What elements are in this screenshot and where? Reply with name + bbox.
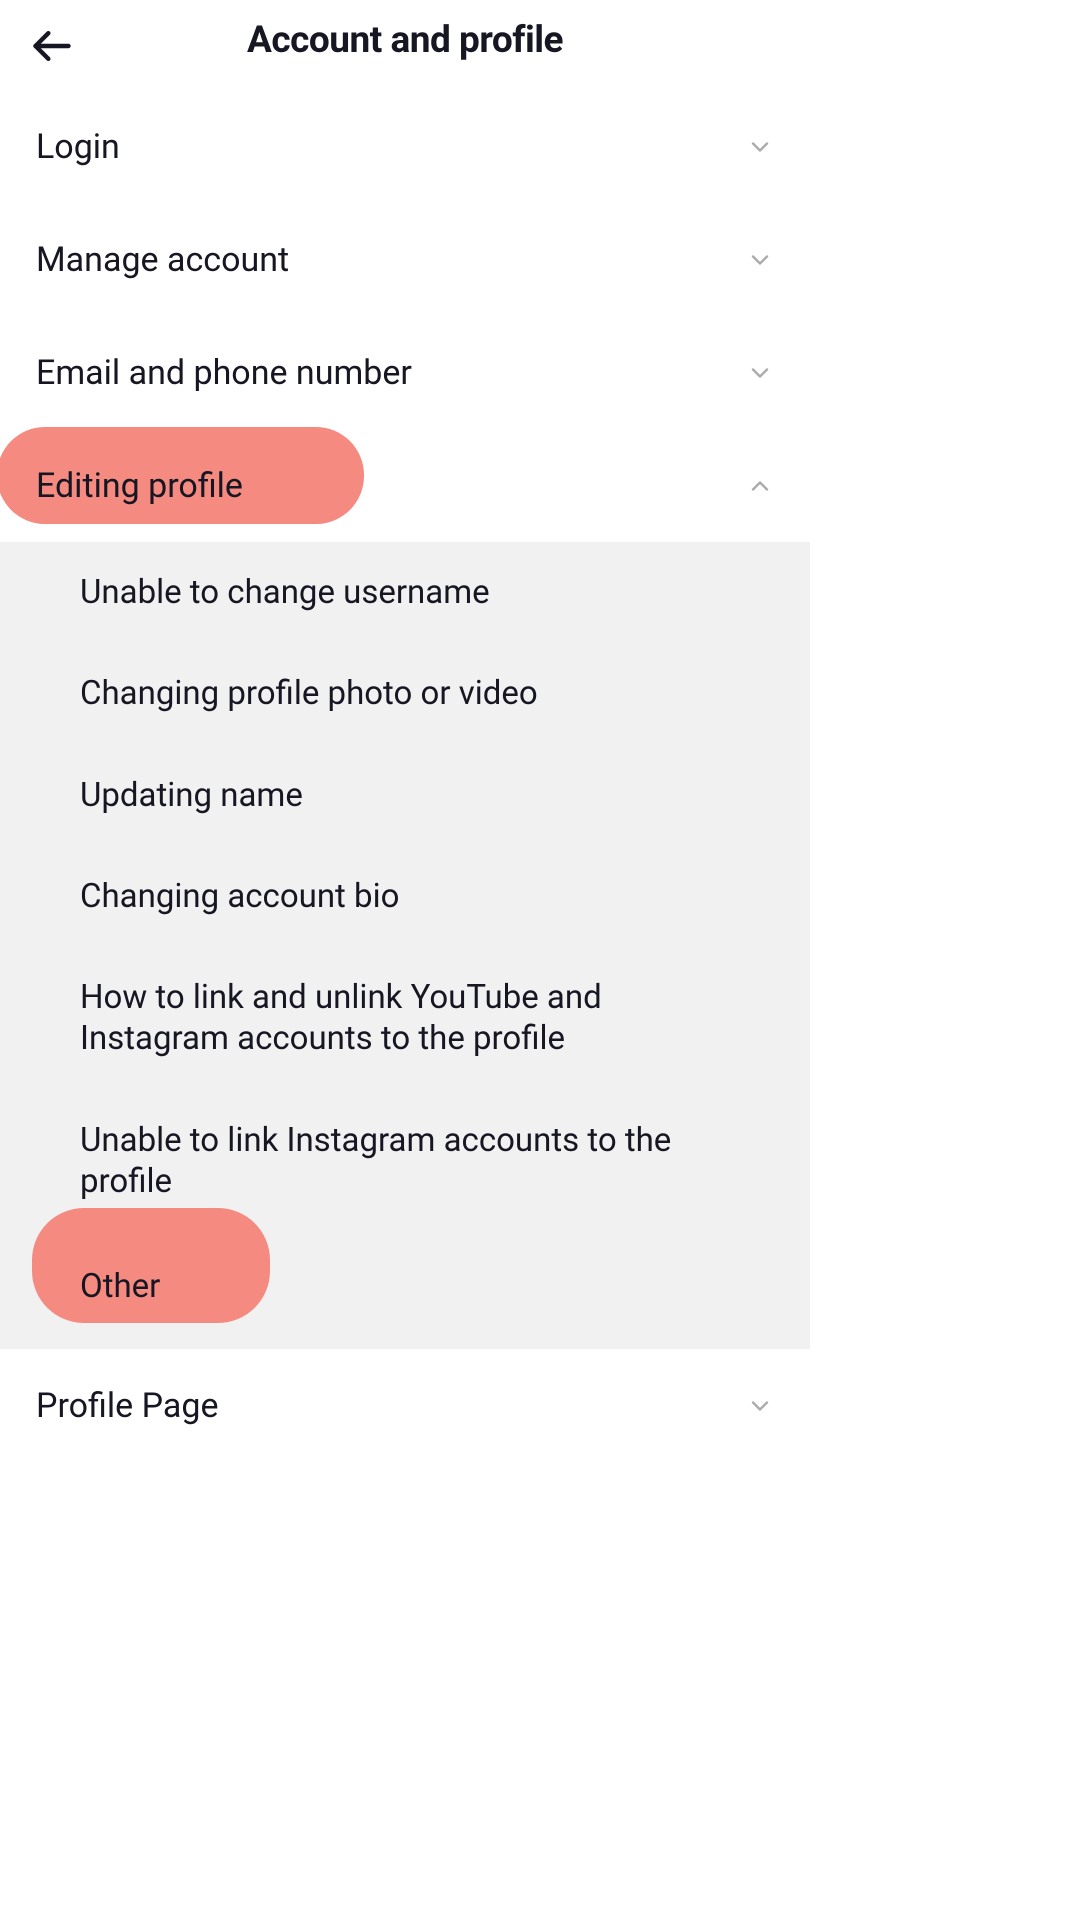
chevron-down-icon — [746, 1392, 774, 1420]
section-email-phone[interactable]: Email and phone number — [0, 316, 810, 429]
subitem-changing-account-bio[interactable]: Changing account bio — [0, 846, 810, 947]
arrow-left-icon — [30, 24, 74, 68]
subitem-label: How to link and unlink YouTube and Insta… — [80, 978, 602, 1058]
subitem-label: Updating name — [80, 776, 303, 815]
section-label: Manage account — [36, 240, 289, 280]
subitem-updating-name[interactable]: Updating name — [0, 745, 810, 846]
section-manage-account[interactable]: Manage account — [0, 203, 810, 316]
section-login[interactable]: Login — [0, 90, 810, 203]
subitem-link-youtube-instagram[interactable]: How to link and unlink YouTube and Insta… — [0, 947, 810, 1090]
subitem-label: Unable to change username — [80, 573, 490, 612]
subitem-changing-profile-photo[interactable]: Changing profile photo or video — [0, 643, 810, 744]
back-button[interactable] — [30, 24, 74, 68]
page-title: Account and profile — [247, 19, 563, 62]
chevron-down-icon — [746, 133, 774, 161]
section-label: Editing profile — [36, 466, 243, 506]
chevron-down-icon — [746, 246, 774, 274]
section-profile-page[interactable]: Profile Page — [0, 1349, 810, 1462]
subitem-label: Changing account bio — [80, 877, 399, 916]
section-label: Email and phone number — [36, 353, 412, 393]
subitem-label: Changing profile photo or video — [80, 674, 538, 713]
subitem-unable-change-username[interactable]: Unable to change username — [0, 542, 810, 643]
subitem-label: Other — [80, 1267, 160, 1306]
chevron-up-icon — [746, 472, 774, 500]
section-label: Profile Page — [36, 1386, 218, 1426]
subitem-label: Unable to link Instagram accounts to the… — [80, 1121, 671, 1201]
chevron-down-icon — [746, 359, 774, 387]
header: Account and profile — [0, 0, 810, 90]
section-label: Login — [36, 127, 120, 167]
